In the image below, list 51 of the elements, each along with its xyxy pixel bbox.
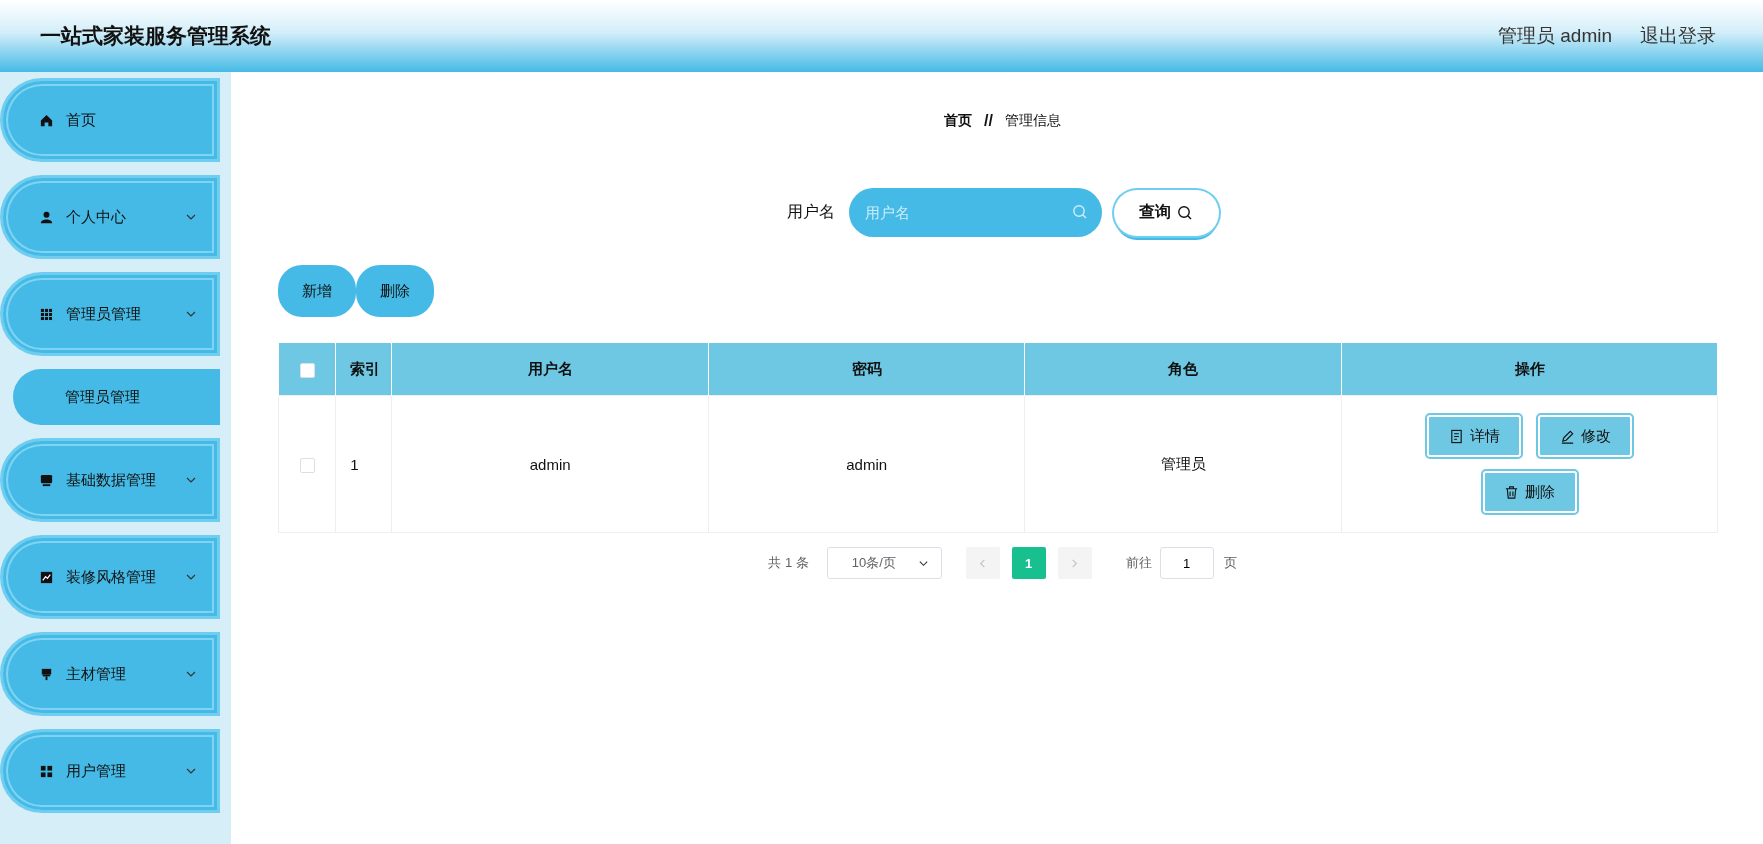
table-cell: admin — [391, 395, 709, 533]
sidebar-subitem[interactable]: 管理员管理 — [13, 369, 220, 425]
user-icon — [39, 209, 54, 225]
delete-button[interactable]: 删除 — [1482, 471, 1577, 513]
trash-icon — [1504, 484, 1519, 500]
previous-page-button[interactable] — [965, 547, 1000, 579]
brush-icon — [39, 666, 54, 682]
details-button[interactable]: 详情 — [1427, 415, 1521, 457]
logout-link[interactable]: 退出登录 — [1640, 23, 1716, 49]
column-header: 密码 — [708, 342, 1025, 396]
table-cell: 管理员 — [1025, 395, 1342, 533]
app-title: 一站式家装服务管理系统 — [40, 23, 272, 49]
row-checkbox[interactable] — [299, 457, 315, 473]
sidebar-item[interactable]: 首页 — [0, 78, 220, 162]
column-header: 索引 — [335, 342, 392, 396]
search-field[interactable]: 用户名 — [848, 188, 1102, 237]
add-button[interactable]: 新增 — [278, 265, 356, 317]
column-header: 操作 — [1341, 342, 1718, 396]
pencil-icon — [1559, 428, 1575, 444]
grid-icon — [39, 306, 54, 322]
select-all-checkbox[interactable] — [299, 362, 315, 378]
page-size-select[interactable]: 10条/页 — [826, 547, 942, 579]
search-icon — [1071, 204, 1088, 220]
table-cell: admin — [708, 395, 1025, 533]
column-header: 用户名 — [391, 342, 709, 396]
delete-button[interactable]: 删除 — [356, 265, 434, 317]
breadcrumb-separator: // — [984, 112, 993, 130]
total-count: 共 1 条 — [768, 554, 809, 572]
sidebar-item[interactable]: 装修风格管理 — [0, 535, 220, 619]
document-icon — [1448, 428, 1464, 444]
goto-page-field[interactable]: 1 — [1159, 547, 1214, 579]
home-icon — [39, 112, 54, 128]
sidebar-item[interactable]: 主材管理 — [0, 632, 220, 716]
edit-button[interactable]: 修改 — [1538, 415, 1632, 457]
monitor-icon — [39, 472, 54, 488]
sidebar-item[interactable]: 管理员管理 — [0, 272, 220, 356]
column-header: 角色 — [1025, 342, 1342, 396]
sidebar-item[interactable]: 基础数据管理 — [0, 438, 220, 522]
sidebar-item[interactable]: 个人中心 — [0, 175, 220, 259]
next-page-button[interactable] — [1057, 547, 1092, 579]
goto-suffix: 页 — [1223, 554, 1237, 572]
breadcrumb-home[interactable]: 首页 — [944, 112, 973, 130]
search-icon — [1177, 204, 1193, 221]
search-label: 用户名 — [786, 202, 835, 222]
user-label: 管理员 admin — [1497, 24, 1612, 48]
chart-icon — [39, 569, 54, 585]
breadcrumb-current: 管理信息 — [1004, 112, 1061, 130]
goto-label: 前往 — [1125, 554, 1152, 572]
table-cell: 1 — [335, 395, 392, 533]
sidebar-item[interactable]: 用户管理 — [0, 729, 220, 813]
grid-icon — [39, 763, 54, 779]
